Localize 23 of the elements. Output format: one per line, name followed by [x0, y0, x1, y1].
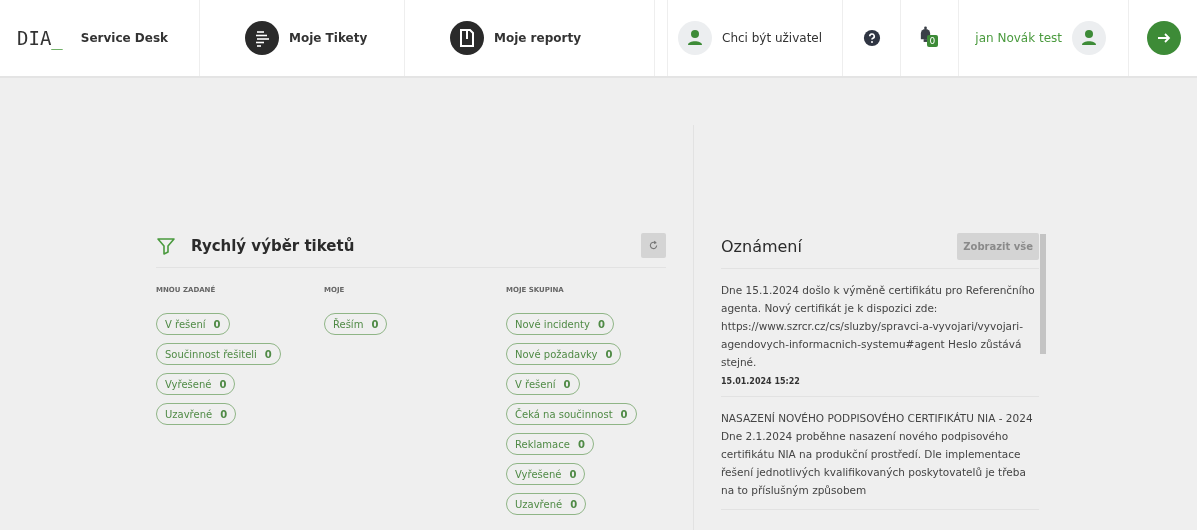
nav-link[interactable]: Moje Tikety [200, 0, 405, 76]
refresh-icon [648, 240, 659, 251]
announcement-text: Dne 15.1.2024 došlo k výměně certifikátu pro Referenčního agenta. Nový certifikát je k dispozici zde: https://www.szrcr.cz/cs/sluzby/spravci-a-vyvojari/vyvojari-agendovych-informacnich-systemu#agent Heslo zůstává stejné. [721, 283, 1036, 370]
announcement-text: NASAZENÍ NOVÉHO PODPISOVÉHO CERTIFIKÁTU NIA - 2024 Dne 2.1.2024 proběhne nasazení nového podpisového certifikátu NIA na produkční prostředí. Dle implementace řešení jednotlivých kvalifikovaných poskytovatelů je třeba na to příslušným způsobem [721, 411, 1034, 498]
document-icon [450, 21, 484, 55]
section-title: Oznámení [721, 237, 802, 256]
nav-link[interactable]: Moje reporty [405, 0, 655, 76]
logo-cursor: _ [51, 27, 63, 49]
logo[interactable]: DIA [17, 27, 52, 49]
become-user-link[interactable]: Chci být uživatel [668, 0, 843, 76]
announcement-date: 15.01.2024 15:22 [721, 377, 801, 386]
user-name[interactable]: jan Novák test [975, 31, 1062, 45]
user-icon[interactable] [1072, 21, 1106, 55]
filter-icon [156, 235, 176, 256]
help-icon[interactable] [862, 29, 881, 47]
show-all-button[interactable]: Zobrazit vše [957, 233, 1039, 260]
app-name: Service Desk [80, 31, 169, 45]
section-title: Rychlý výběr tiketů [191, 236, 356, 255]
user-icon [678, 21, 712, 55]
refresh-button[interactable] [641, 233, 666, 258]
bell-icon[interactable] [918, 26, 932, 43]
lines-icon [245, 21, 279, 55]
arrow-right-icon[interactable] [1147, 21, 1181, 55]
